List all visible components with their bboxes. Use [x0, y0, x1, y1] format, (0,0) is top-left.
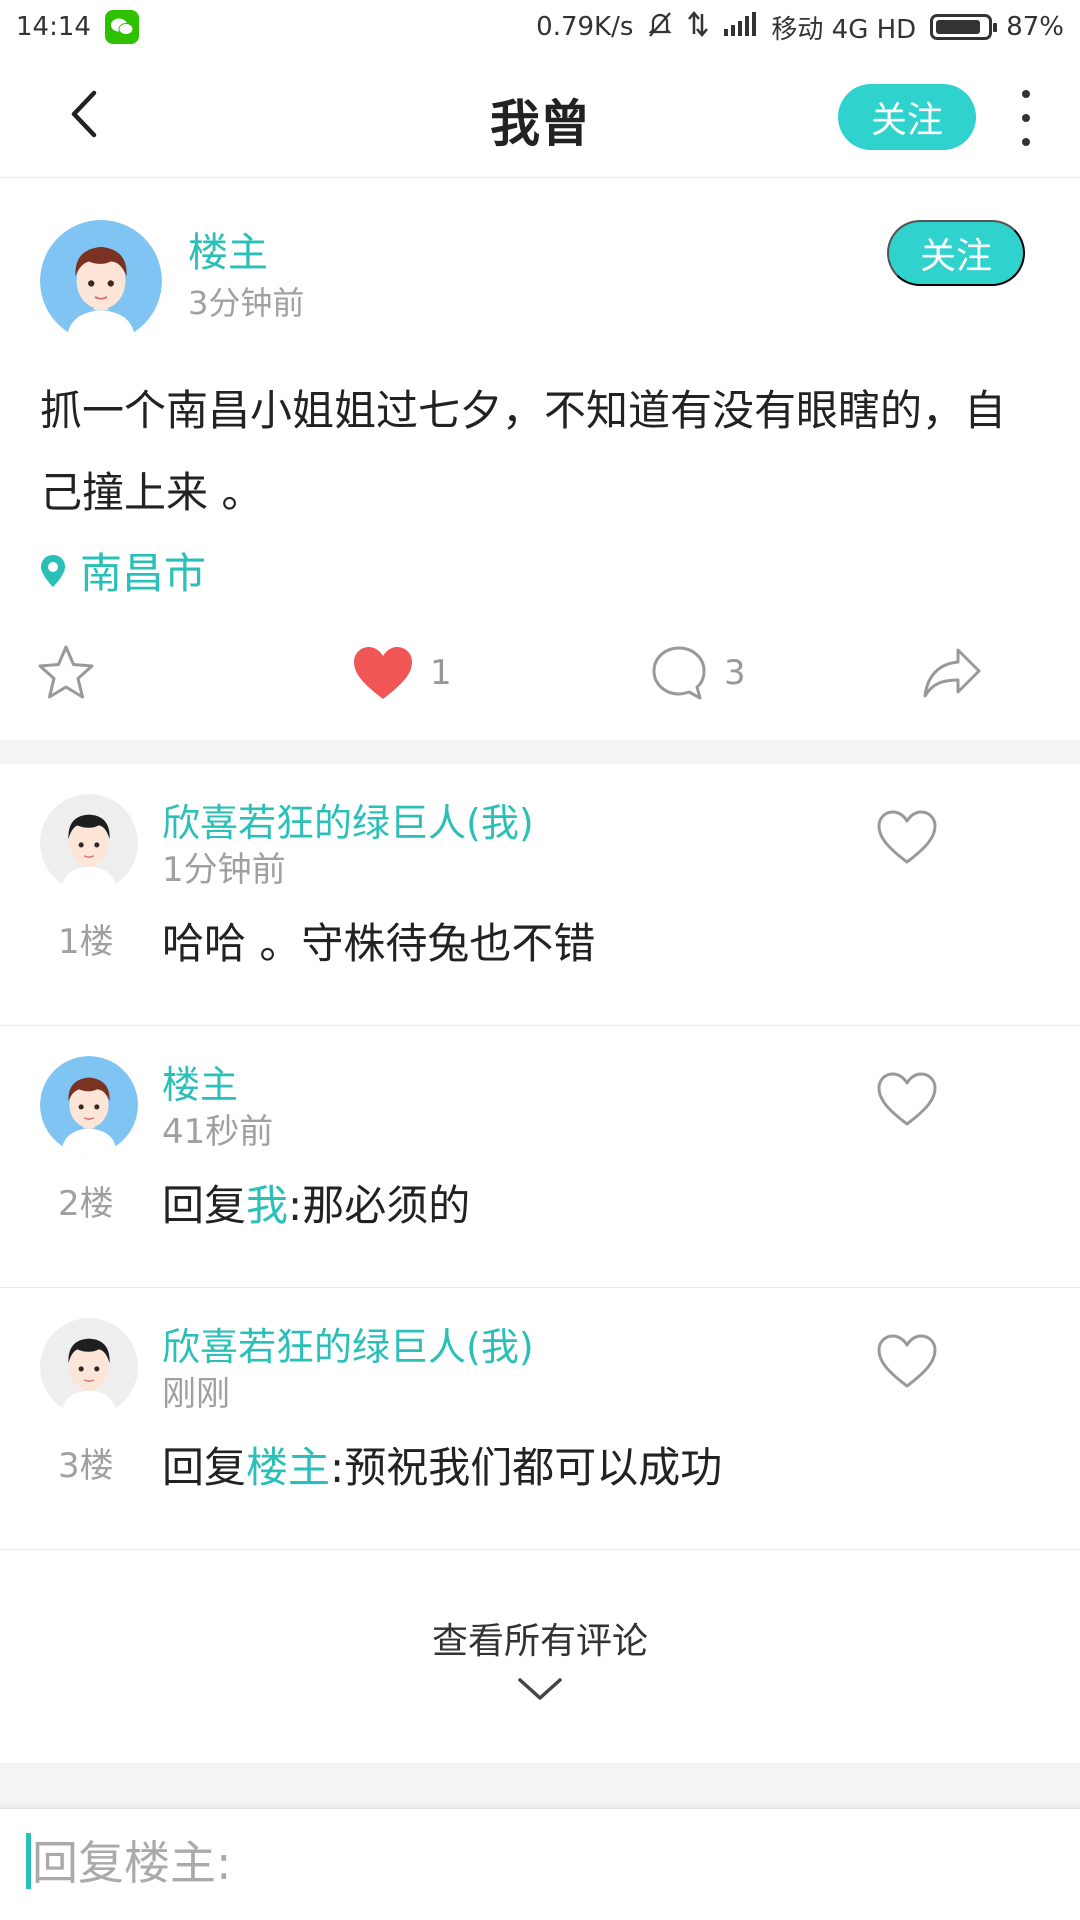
status-time: 14:14 — [16, 12, 91, 42]
comment-item: 欣喜若狂的绿巨人(我) 1分钟前 1楼 哈哈 。守株待兔也不错 — [0, 764, 1080, 1026]
data-transfer-icon — [687, 10, 709, 45]
carrier-label: 移动 4G HD — [771, 14, 917, 45]
comment-body: 哈哈 。守株待兔也不错 — [162, 919, 596, 968]
avatar[interactable] — [40, 220, 162, 342]
comment-item: 楼主 41秒前 2楼 回复我:那必须的 — [0, 1026, 1080, 1288]
heart-filled-icon — [354, 647, 412, 699]
location-text: 南昌市 — [80, 549, 207, 598]
wechat-notification-icon — [104, 10, 139, 44]
avatar[interactable] — [40, 1318, 138, 1416]
section-divider — [0, 1763, 1080, 1808]
section-divider — [0, 740, 1080, 764]
comment-time: 刚刚 — [162, 1374, 230, 1414]
comment-time: 41秒前 — [162, 1112, 274, 1152]
comment-text[interactable]: 回复我:那必须的 — [162, 1172, 470, 1233]
favorite-button[interactable] — [36, 628, 96, 718]
like-button[interactable]: 1 — [352, 628, 452, 718]
comment-bubble-icon — [652, 646, 706, 700]
reply-separator: : — [288, 1181, 303, 1230]
header-follow-button[interactable]: 关注 — [838, 84, 976, 150]
post-follow-button[interactable]: 关注 — [887, 220, 1025, 286]
comment-time: 1分钟前 — [162, 850, 286, 890]
network-speed: 0.79K/s — [536, 12, 634, 42]
battery-percent: 87% — [1006, 12, 1064, 42]
share-button[interactable] — [922, 628, 982, 718]
post-content: 抓一个南昌小姐姐过七夕，不知道有没有眼瞎的，自己撞上来 。 — [40, 386, 1007, 517]
reply-mention[interactable]: 我 — [246, 1181, 288, 1230]
location-pin-icon — [41, 554, 65, 587]
comment-item: 欣喜若狂的绿巨人(我) 刚刚 3楼 回复楼主:预祝我们都可以成功 — [0, 1288, 1080, 1550]
reply-separator: : — [330, 1443, 345, 1492]
comment-body: 那必须的 — [302, 1181, 471, 1230]
comment-text[interactable]: 回复楼主:预祝我们都可以成功 — [162, 1434, 722, 1495]
comment-count: 3 — [724, 653, 746, 693]
post-actions: 1 3 — [0, 628, 1080, 718]
comment-author[interactable]: 楼主 — [162, 1054, 238, 1109]
reply-mention[interactable]: 楼主 — [246, 1443, 330, 1492]
reply-bar — [0, 1808, 1080, 1920]
text-cursor — [26, 1833, 31, 1889]
battery-icon — [930, 14, 998, 40]
reply-prefix: 回复 — [162, 1443, 247, 1492]
comment-author[interactable]: 欣喜若狂的绿巨人(我) — [162, 1316, 534, 1371]
view-all-label: 查看所有评论 — [431, 1621, 648, 1662]
chevron-down-icon — [518, 1678, 562, 1700]
post-location[interactable]: 南昌市 — [40, 540, 206, 601]
floor-number: 1楼 — [58, 922, 114, 962]
status-indicators: 0.79K/s 移动 4G HD 87% — [536, 9, 1064, 46]
top-app-bar: 我曾 关注 — [0, 54, 1080, 178]
share-arrow-icon — [923, 648, 981, 698]
signal-icon — [723, 11, 757, 44]
comment-text[interactable]: 哈哈 。守株待兔也不错 — [162, 910, 595, 971]
avatar[interactable] — [40, 1056, 138, 1154]
floor-number: 2楼 — [58, 1184, 114, 1224]
comment-button[interactable]: 3 — [650, 628, 746, 718]
heart-outline-icon[interactable] — [876, 1068, 938, 1130]
post-card: 楼主 3分钟前 关注 抓一个南昌小姐姐过七夕，不知道有没有眼瞎的，自己撞上来 。… — [0, 178, 1080, 740]
like-count: 1 — [430, 653, 452, 693]
comment-body: 预祝我们都可以成功 — [344, 1443, 723, 1492]
post-timestamp: 3分钟前 — [188, 284, 305, 322]
comment-author[interactable]: 欣喜若狂的绿巨人(我) — [162, 792, 534, 847]
avatar[interactable] — [40, 794, 138, 892]
mute-bell-icon — [647, 10, 673, 45]
heart-outline-icon[interactable] — [876, 806, 938, 868]
floor-number: 3楼 — [58, 1446, 114, 1486]
reply-prefix: 回复 — [162, 1181, 247, 1230]
view-all-comments-button[interactable]: 查看所有评论 — [0, 1548, 1080, 1763]
more-options-icon[interactable] — [1008, 90, 1044, 146]
status-bar: 14:14 0.79K/s 移动 4G HD 87% — [0, 0, 1080, 54]
post-author-name[interactable]: 楼主 — [188, 220, 268, 278]
star-icon — [38, 645, 94, 699]
heart-outline-icon[interactable] — [876, 1330, 938, 1392]
reply-input[interactable] — [32, 1823, 1052, 1903]
